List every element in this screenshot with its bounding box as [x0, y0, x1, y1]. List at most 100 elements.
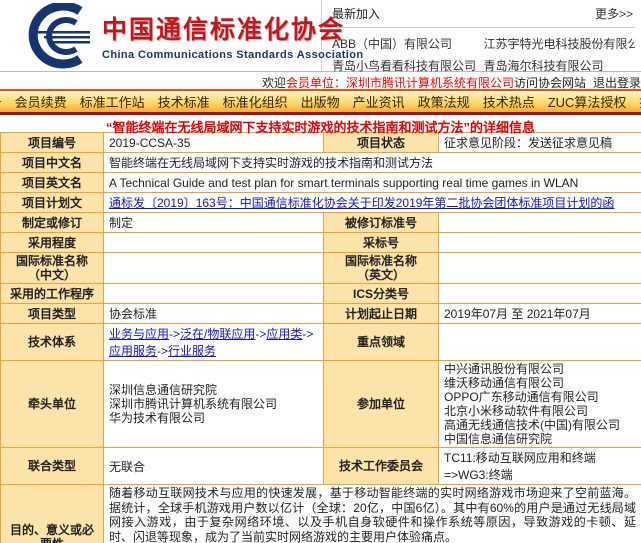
row-project-type: 项目类型 协会标准 计划起止日期 2019年07月 至 2021年07月	[1, 304, 641, 324]
ccsa-logo-icon	[4, 3, 100, 69]
row-international-names: 国际标准名称 （中文） 国际标准名称 （英文）	[1, 253, 641, 284]
row-joint-type: 联合类型 无联合 技术工作委员会 TC11:移动互联网应用和终端=>WG3:终端	[1, 448, 641, 485]
participant-unit: 中兴通讯股份有限公司	[444, 362, 636, 376]
nav-member-renew[interactable]: 会员续费	[15, 92, 67, 111]
value-ics-no	[439, 284, 641, 304]
label-plan-dates: 计划起止日期	[324, 304, 439, 324]
participant-unit: 中国信息通信研究院	[444, 432, 636, 446]
participant-unit: 北京小米移动软件有限公司	[444, 404, 636, 418]
label-revised-standard-no: 被修订标准号	[324, 213, 439, 233]
label-chinese-name: 项目中文名	[1, 153, 104, 173]
tech-system-link[interactable]: 行业服务	[168, 344, 216, 358]
value-chinese-name: 智能终端在无线局域网下支持实时游戏的技术指南和测试方法	[104, 153, 641, 173]
value-adoption-degree	[104, 233, 324, 253]
value-participants: 中兴通讯股份有限公司 维沃移动通信有限公司 OPPO广东移动通信有限公司 北京小…	[439, 361, 641, 448]
label-english-name: 项目英文名	[1, 173, 104, 193]
row-plan-document: 项目计划文 通标发〔2019〕163号：中国通信标准化协会关于印发2019年第二…	[1, 193, 641, 213]
participant-unit: 高通无线通信技术(中国)有限公司	[444, 418, 636, 432]
row-chinese-name: 项目中文名 智能终端在无线局域网下支持实时游戏的技术指南和测试方法	[1, 153, 641, 173]
label-participants: 参加单位	[324, 361, 439, 448]
tech-system-link[interactable]: 应用类	[266, 327, 302, 341]
value-committee: TC11:移动互联网应用和终端=>WG3:终端	[439, 448, 641, 485]
value-formulate-revise: 制定	[104, 213, 324, 233]
label-adoption-degree: 采用程度	[1, 233, 104, 253]
nav-standard-orgs[interactable]: 标准化组织	[223, 92, 288, 111]
nav-member-register[interactable]: 会员注册	[0, 92, 2, 111]
nav-standard-workstation[interactable]: 标准工作站	[80, 92, 145, 111]
member-link[interactable]: 青岛海尔科技有限公司	[484, 57, 636, 74]
tech-system-link[interactable]: 应用服务	[109, 344, 157, 358]
label-intl-name-en: 国际标准名称 （英文）	[324, 253, 439, 284]
tech-system-link[interactable]: 泛在/物联应用	[180, 327, 255, 341]
participant-unit: OPPO广东移动通信有限公司	[444, 390, 636, 404]
nav-publications[interactable]: 出版物	[301, 92, 340, 111]
value-project-type: 协会标准	[104, 304, 324, 324]
nav-zuc-license[interactable]: ZUC算法授权	[548, 92, 627, 111]
row-units: 牵头单位 深圳信息通信研究院 深圳市腾讯计算机系统有限公司 华为技术有限公司 参…	[1, 361, 641, 448]
project-detail-table: 项目编号 2019-CCSA-35 项目状态 征求意见阶段：发送征求意见稿 项目…	[0, 132, 641, 543]
value-plan-document: 通标发〔2019〕163号：中国通信标准化协会关于印发2019年第二批协会团体标…	[104, 193, 641, 213]
header: 中国通信标准化协会 China Communications Standards…	[0, 0, 641, 72]
value-tech-system: 业务与应用->泛在/物联应用->应用类->应用服务->行业服务	[104, 324, 324, 361]
row-formulate-revise: 制定或修订 制定 被修订标准号	[1, 213, 641, 233]
newest-title: 最新加入	[332, 5, 380, 22]
label-focus-area: 重点领域	[324, 324, 439, 361]
value-intl-name-cn	[104, 253, 324, 284]
member-link[interactable]: 江苏宇特光电科技股份有限公司	[484, 35, 636, 52]
row-adoption: 采用程度 采标号	[1, 233, 641, 253]
nav-policies[interactable]: 政策法规	[418, 92, 470, 111]
member-link[interactable]: 青岛小鸟看看科技有限公司	[332, 57, 484, 74]
lead-unit: 华为技术有限公司	[109, 411, 318, 425]
value-work-procedure	[104, 284, 324, 304]
lead-unit: 深圳信息通信研究院	[109, 383, 318, 397]
row-project-number: 项目编号 2019-CCSA-35 项目状态 征求意见阶段：发送征求意见稿	[1, 133, 641, 153]
welcome-prefix: 欢迎	[262, 76, 286, 89]
value-plan-dates: 2019年07月 至 2021年07月	[439, 304, 641, 324]
logout-link[interactable]: 退出登录	[593, 76, 641, 89]
nav-tech-standards[interactable]: 技术标准	[158, 92, 210, 111]
page-title: “智能终端在无线局域网下支持实时游戏的技术指南和测试方法”的详细信息	[0, 115, 641, 132]
member-link[interactable]: ABB（中国）有限公司	[332, 35, 484, 52]
label-plan-document: 项目计划文	[1, 193, 104, 213]
value-purpose: 随着移动互联网技术与应用的快速发展，基于移动智能终端的实时网络游戏市场迎来了空前…	[104, 485, 641, 543]
value-english-name: A Technical Guide and test plan for smar…	[104, 173, 641, 193]
logo-area: 中国通信标准化协会 China Communications Standards…	[0, 0, 322, 71]
welcome-member-name: 会员单位：深圳市腾讯计算机系统有限公司	[286, 76, 514, 89]
label-project-status: 项目状态	[324, 133, 439, 153]
value-adoption-no	[439, 233, 641, 253]
value-revised-standard-no	[439, 213, 641, 233]
welcome-bar: 欢迎会员单位：深圳市腾讯计算机系统有限公司访问协会网站退出登录	[0, 72, 641, 89]
value-project-number: 2019-CCSA-35	[104, 133, 324, 153]
nav-industry-news[interactable]: 产业资讯	[353, 92, 405, 111]
participant-unit: 维沃移动通信有限公司	[444, 376, 636, 390]
label-work-procedure: 采用的工作程序	[1, 284, 104, 304]
tech-system-link[interactable]: 业务与应用	[109, 327, 169, 341]
label-lead-units: 牵头单位	[1, 361, 104, 448]
row-procedure-ics: 采用的工作程序 ICS分类号	[1, 284, 641, 304]
row-purpose: 目的、意义或必要性 随着移动互联网技术与应用的快速发展，基于移动智能终端的实时网…	[1, 485, 641, 543]
label-intl-name-cn: 国际标准名称 （中文）	[1, 253, 104, 284]
label-joint-type: 联合类型	[1, 448, 104, 485]
nav-tech-hotspots[interactable]: 技术热点	[483, 92, 535, 111]
value-lead-units: 深圳信息通信研究院 深圳市腾讯计算机系统有限公司 华为技术有限公司	[104, 361, 324, 448]
welcome-suffix: 访问协会网站	[514, 76, 586, 89]
more-link[interactable]: 更多>>	[595, 5, 633, 22]
label-committee: 技术工作委员会	[324, 448, 439, 485]
label-tech-system: 技术体系	[1, 324, 104, 361]
newest-members-panel: 最新加入 更多>> ABB（中国）有限公司 江苏宇特光电科技股份有限公司 青岛小…	[322, 0, 641, 71]
label-adoption-no: 采标号	[324, 233, 439, 253]
value-intl-name-en	[439, 253, 641, 284]
lead-unit: 深圳市腾讯计算机系统有限公司	[109, 397, 318, 411]
value-focus-area	[439, 324, 641, 361]
label-project-number: 项目编号	[1, 133, 104, 153]
label-project-type: 项目类型	[1, 304, 104, 324]
label-formulate-revise: 制定或修订	[1, 213, 104, 233]
label-purpose: 目的、意义或必要性	[1, 485, 104, 543]
value-joint-type: 无联合	[104, 448, 324, 485]
row-english-name: 项目英文名 A Technical Guide and test plan fo…	[1, 173, 641, 193]
label-ics-no: ICS分类号	[324, 284, 439, 304]
page: 中国通信标准化协会 China Communications Standards…	[0, 0, 641, 543]
plan-document-link[interactable]: 通标发〔2019〕163号：中国通信标准化协会关于印发2019年第二批协会团体标…	[109, 196, 614, 210]
row-tech-system: 技术体系 业务与应用->泛在/物联应用->应用类->应用服务->行业服务 重点领…	[1, 324, 641, 361]
value-project-status: 征求意见阶段：发送征求意见稿	[439, 133, 641, 153]
